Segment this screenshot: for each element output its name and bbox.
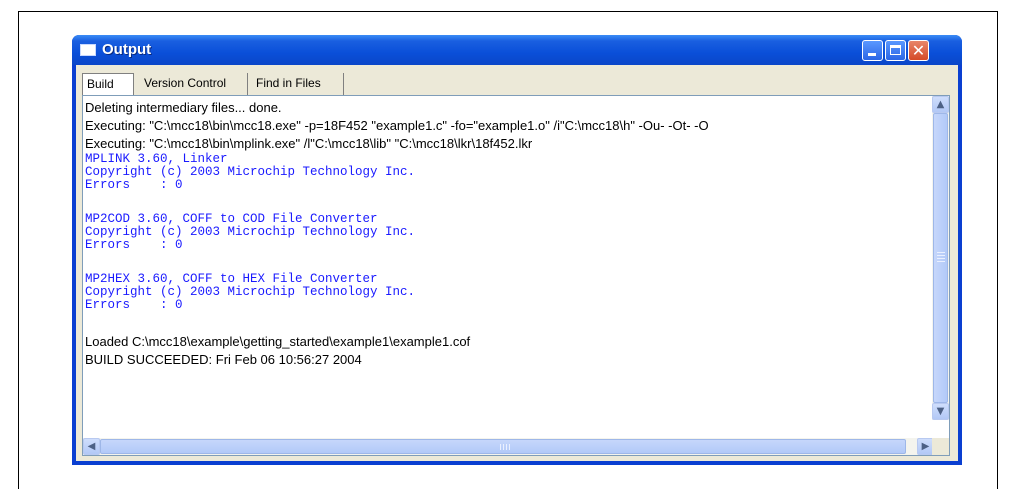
title-bar[interactable]: Output ✕ (72, 35, 962, 65)
scrollbar-corner (932, 438, 949, 455)
output-lines: Deleting intermediary files... done. Exe… (85, 99, 709, 369)
arrow-left-icon: ◀ (87, 441, 96, 452)
grip-line (500, 444, 501, 450)
grip-line (506, 444, 507, 450)
horizontal-scrollbar[interactable]: ◀ ▶ (83, 438, 934, 455)
output-line: Errors : 0 (85, 298, 183, 312)
output-line: Errors : 0 (85, 178, 183, 192)
arrow-up-icon: ▲ (936, 99, 945, 110)
output-line: Loaded C:\mcc18\example\getting_started\… (85, 334, 471, 349)
close-icon: ✕ (911, 41, 926, 60)
grip-line (937, 261, 945, 262)
minimize-button[interactable] (862, 40, 883, 61)
window-title: Output (102, 41, 152, 58)
output-window: Output ✕ Build Version Control Find in F… (72, 35, 962, 465)
scroll-down-button[interactable]: ▼ (932, 403, 949, 420)
page-frame-top (18, 11, 998, 12)
maximize-icon (890, 45, 901, 55)
window-client-area: Build Version Control Find in Files Dele… (76, 65, 958, 461)
page-frame-left (18, 11, 19, 489)
tab-version-control[interactable]: Version Control (140, 73, 248, 95)
scroll-left-button[interactable]: ◀ (83, 438, 100, 455)
output-line: Deleting intermediary files... done. (85, 100, 282, 115)
arrow-right-icon: ▶ (921, 441, 930, 452)
output-line: Executing: "C:\mcc18\bin\mcc18.exe" -p=1… (85, 118, 709, 133)
output-line: Executing: "C:\mcc18\bin\mplink.exe" /l"… (85, 136, 533, 151)
maximize-button[interactable] (885, 40, 906, 61)
grip-line (937, 258, 945, 259)
grip-line (937, 252, 945, 253)
output-line: BUILD SUCCEEDED: Fri Feb 06 10:56:27 200… (85, 352, 362, 367)
grip-line (509, 444, 510, 450)
minimize-icon (868, 53, 876, 56)
horizontal-scroll-thumb[interactable] (100, 439, 906, 454)
tab-find-in-files[interactable]: Find in Files (252, 73, 344, 95)
tab-build[interactable]: Build (82, 73, 134, 96)
grip-line (937, 255, 945, 256)
output-line: Errors : 0 (85, 238, 183, 252)
output-text-area[interactable]: Deleting intermediary files... done. Exe… (82, 95, 950, 456)
window-icon (80, 44, 96, 56)
vertical-scroll-thumb[interactable] (933, 113, 948, 403)
page-frame-right (997, 11, 998, 489)
scroll-up-button[interactable]: ▲ (932, 96, 949, 113)
close-button[interactable]: ✕ (908, 40, 929, 61)
arrow-down-icon: ▼ (936, 406, 945, 417)
vertical-scrollbar[interactable]: ▲ ▼ (932, 96, 949, 420)
grip-line (503, 444, 504, 450)
